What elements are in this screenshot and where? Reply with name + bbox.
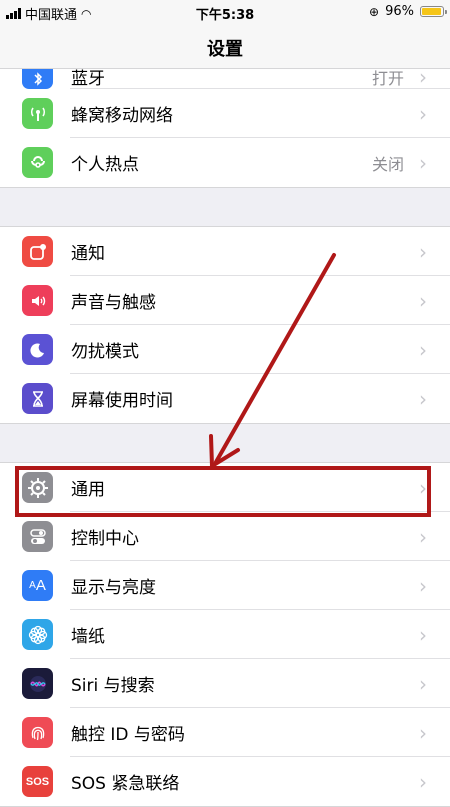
annotation-arrow xyxy=(209,253,336,468)
